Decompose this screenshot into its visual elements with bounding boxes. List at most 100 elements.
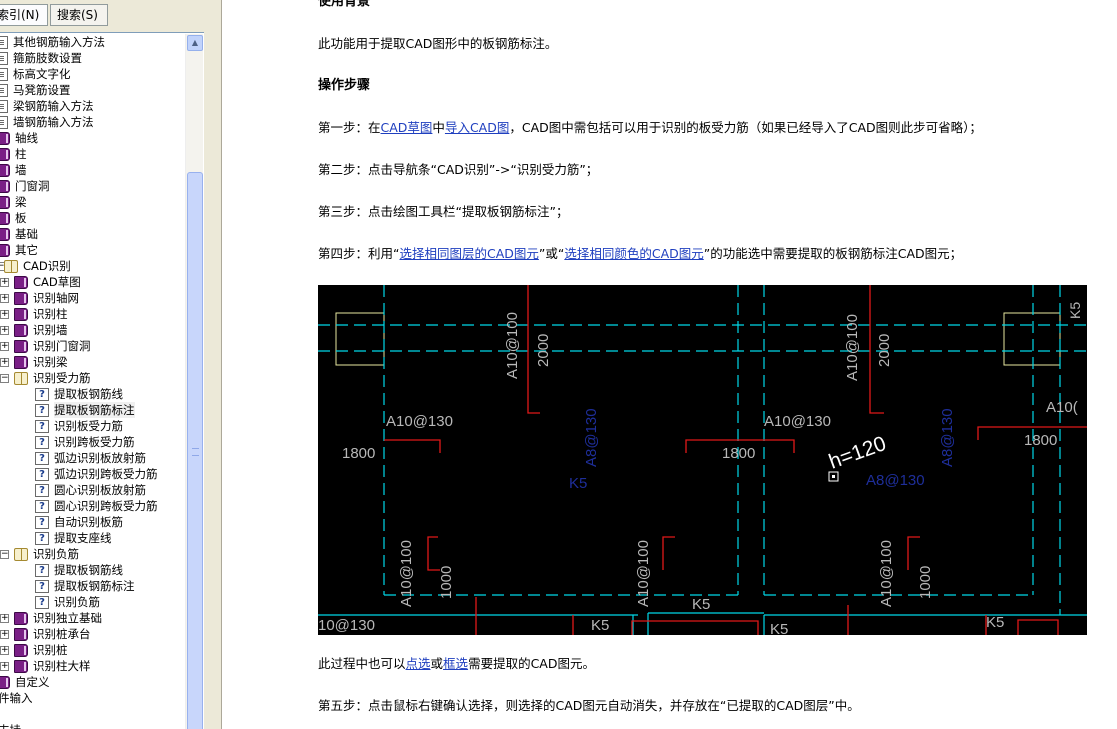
link-point-select[interactable]: 点选: [406, 656, 431, 671]
link-select-same-layer[interactable]: 选择相同图层的CAD图元: [399, 246, 538, 261]
cad-label-k5: K5: [591, 617, 609, 634]
tree-topic[interactable]: ? 识别跨板受力筋: [0, 434, 190, 450]
tree-book[interactable]: + 识别轴网: [0, 290, 190, 306]
expand-icon[interactable]: +: [0, 326, 9, 335]
tree-label: 识别受力筋: [33, 371, 91, 385]
tree-topic[interactable]: ? 提取板钢筋标注: [0, 578, 190, 594]
link-box-select[interactable]: 框选: [443, 656, 468, 671]
tree-label: 识别独立基础: [33, 611, 102, 625]
book-icon: [0, 132, 10, 145]
tree-book[interactable]: − 识别受力筋: [0, 370, 190, 386]
link-cad-sketch[interactable]: CAD草图: [381, 120, 433, 135]
tree-book[interactable]: + 识别梁: [0, 354, 190, 370]
cad-label-1000: 1000: [917, 566, 934, 599]
tree-label: 提取支座线: [54, 531, 112, 545]
tree-book[interactable]: 墙: [0, 162, 190, 178]
collapse-icon[interactable]: −: [0, 550, 9, 559]
tree-label: CAD草图: [33, 275, 81, 289]
tree-label: 识别负筋: [54, 595, 100, 609]
expand-icon[interactable]: +: [0, 358, 9, 367]
expand-icon[interactable]: +: [0, 294, 9, 303]
tree-topic[interactable]: ? 识别板受力筋: [0, 418, 190, 434]
pane-splitter[interactable]: [205, 0, 222, 729]
tree-book[interactable]: −CAD识别: [0, 258, 190, 274]
tree-book[interactable]: + 识别桩承台: [0, 626, 190, 642]
tree-book[interactable]: 门窗洞: [0, 178, 190, 194]
expand-icon[interactable]: +: [0, 310, 9, 319]
tree-book[interactable]: 标高文字化: [0, 66, 190, 82]
tree-label: 提取板钢筋标注: [54, 579, 135, 593]
tree-label: 识别门窗洞: [33, 339, 91, 353]
select-hint-mid: 或: [430, 656, 444, 671]
cad-label-a10-130: A10@130: [764, 413, 831, 430]
tree-book[interactable]: + 识别柱大样: [0, 658, 190, 674]
tree-topic[interactable]: ? 提取板钢筋线: [0, 386, 190, 402]
help-topic-icon: ?: [35, 580, 49, 593]
cad-label-k5: K5: [1067, 302, 1083, 319]
cad-label-2000: 2000: [876, 334, 893, 367]
tree-book[interactable]: 基础: [0, 226, 190, 242]
tree-book[interactable]: + 识别墙: [0, 322, 190, 338]
link-select-same-color[interactable]: 选择相同颜色的CAD图元: [564, 246, 703, 261]
tree-book[interactable]: 墙钢筋输入方法: [0, 114, 190, 130]
scrollbar-thumb[interactable]: [187, 172, 203, 729]
tree-book[interactable]: 箍筋肢数设置: [0, 50, 190, 66]
tree-topic[interactable]: ? 圆心识别板放射筋: [0, 482, 190, 498]
cad-label-a10-130: A10@130: [386, 413, 453, 430]
collapse-icon[interactable]: −: [0, 374, 9, 383]
tree-book[interactable]: − 识别负筋: [0, 546, 190, 562]
cad-label-2000: 2000: [535, 334, 552, 367]
step-4-suffix: ”的功能选中需要提取的板钢筋标注CAD图元；: [703, 246, 963, 261]
tree-label: 提取板钢筋标注: [54, 402, 135, 418]
cad-label-k5: K5: [692, 596, 710, 613]
expand-icon[interactable]: +: [0, 278, 9, 287]
tree-book[interactable]: 其它: [0, 242, 190, 258]
tree-book[interactable]: + 识别门窗洞: [0, 338, 190, 354]
tree-book[interactable]: 其他钢筋输入方法: [0, 34, 190, 50]
expand-icon[interactable]: +: [0, 342, 9, 351]
book-icon: [14, 660, 28, 673]
tree-book[interactable]: + 识别独立基础: [0, 610, 190, 626]
tree-label: 自定义: [15, 675, 50, 689]
tree-scrollbar[interactable]: ▲: [185, 34, 203, 729]
link-import-cad[interactable]: 导入CAD图: [445, 120, 509, 135]
step-4: 第四步：利用“选择相同图层的CAD图元”或“选择相同颜色的CAD图元”的功能选中…: [318, 246, 962, 262]
tree-book[interactable]: 柱: [0, 146, 190, 162]
tree-topic[interactable]: ? 自动识别板筋: [0, 514, 190, 530]
tree-book[interactable]: 马凳筋设置: [0, 82, 190, 98]
tree-book[interactable]: [0, 706, 190, 722]
tree-topic[interactable]: ? 提取板钢筋标注: [0, 402, 190, 418]
expand-icon[interactable]: +: [0, 662, 9, 671]
tree-book[interactable]: + 识别柱: [0, 306, 190, 322]
nav-tabs: 索引(N) 搜索(S): [0, 0, 222, 30]
tree-book[interactable]: 轴线: [0, 130, 190, 146]
tree-topic[interactable]: ? 弧边识别板放射筋: [0, 450, 190, 466]
tab-search[interactable]: 搜索(S): [50, 4, 108, 26]
tree-book[interactable]: 板: [0, 210, 190, 226]
tree-label: 梁钢筋输入方法: [13, 99, 94, 113]
tree-book[interactable]: + CAD草图: [0, 274, 190, 290]
tree-book[interactable]: 支持: [0, 722, 190, 729]
tree-label: 墙钢筋输入方法: [13, 115, 94, 129]
tree-topic[interactable]: ? 圆心识别跨板受力筋: [0, 498, 190, 514]
tree-book[interactable]: 梁: [0, 194, 190, 210]
tab-index[interactable]: 索引(N): [0, 4, 48, 26]
tree-book[interactable]: 梁钢筋输入方法: [0, 98, 190, 114]
tree-book[interactable]: 件输入: [0, 690, 190, 706]
tree-topic[interactable]: ? 提取支座线: [0, 530, 190, 546]
expand-icon[interactable]: +: [0, 630, 9, 639]
tree-topic[interactable]: ? 弧边识别跨板受力筋: [0, 466, 190, 482]
expand-icon[interactable]: +: [0, 646, 9, 655]
step-3: 第三步：点击绘图工具栏“提取板钢筋标注”；: [318, 204, 569, 219]
cad-grip-center: [832, 475, 835, 478]
tree-topic[interactable]: ? 识别负筋: [0, 594, 190, 610]
tree-book[interactable]: + 识别桩: [0, 642, 190, 658]
tree-label: 提取板钢筋线: [54, 563, 123, 577]
cad-drawing-svg: A10@130 A10@130 1800 1800 1800 A10( 10@1…: [318, 285, 1087, 635]
tree-topic[interactable]: ? 提取板钢筋线: [0, 562, 190, 578]
tree-book[interactable]: 自定义: [0, 674, 190, 690]
tree-label: 墙: [15, 163, 27, 177]
expand-icon[interactable]: +: [0, 614, 9, 623]
cad-label-a10-100: A10@100: [878, 540, 895, 607]
scroll-up-arrow-icon[interactable]: ▲: [187, 35, 203, 51]
